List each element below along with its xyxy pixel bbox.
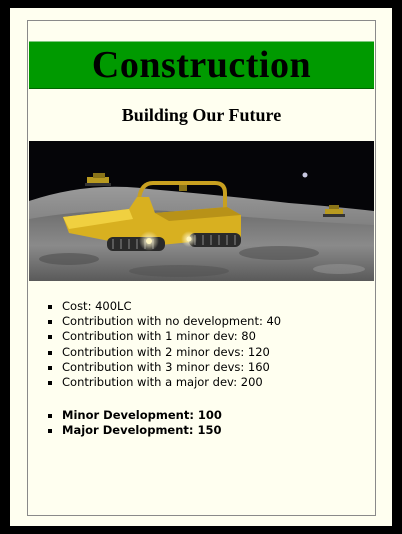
card-title-bar: Construction [29,41,374,89]
list-item: Contribution with 3 minor devs: 160 [62,360,362,375]
list-item: Minor Development: 100 [62,408,362,423]
list-item: Contribution with 2 minor devs: 120 [62,345,362,360]
card-frame: Construction Building Our Future ▪ Cost:… [27,20,376,516]
list-item: Contribution with a major dev: 200 [62,375,362,390]
list-item: Major Development: 150 [62,423,362,438]
card-subtitle: Building Our Future [121,105,282,125]
list-item: Contribution with 1 minor dev: 80 [62,329,362,344]
developments-list: Minor Development: 100 Major Development… [28,408,362,438]
list-item: Contribution with no development: 40 [62,314,362,329]
stats-list: Cost: 400LC Contribution with no develop… [28,299,362,390]
lunar-construction-vehicle-image [29,141,374,281]
construction-card: Construction Building Our Future ▪ Cost:… [10,8,392,526]
card-title: Construction [91,44,312,86]
list-item: Cost: 400LC [62,299,362,314]
